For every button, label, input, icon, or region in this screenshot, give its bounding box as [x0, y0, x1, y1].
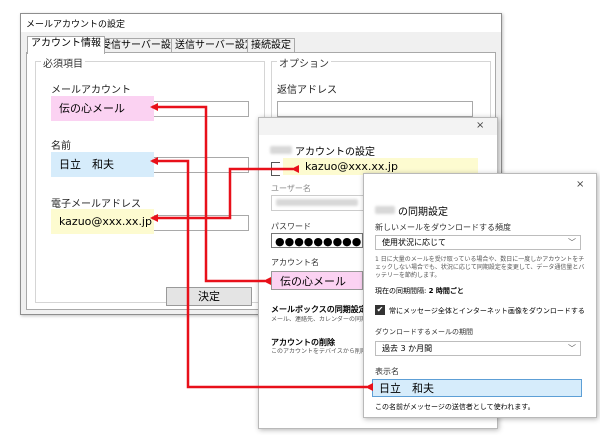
panel-titlebar: [259, 118, 497, 135]
delete-account-desc: このアカウントをデバイスから削除しま: [271, 348, 363, 355]
username-field[interactable]: [271, 195, 365, 211]
display-name-label: 表示名: [375, 367, 399, 376]
window-titlebar: メールアカウントの設定: [21, 14, 501, 32]
current-interval-value: 2 時間ごと: [428, 287, 464, 295]
email-label: 電子メールアドレス: [51, 199, 141, 210]
checkmark-icon[interactable]: ✔: [375, 305, 385, 315]
account-name-field[interactable]: 伝の心メール: [271, 271, 363, 290]
download-frequency-dropdown[interactable]: 使用状況に応じて ﹀: [375, 235, 581, 250]
reply-address-label: 返信アドレス: [277, 85, 337, 96]
sync-settings-heading[interactable]: メールボックスの同期設定を変: [271, 304, 363, 315]
download-period-dropdown[interactable]: 過去 3 か月間 ﹀: [375, 341, 581, 356]
download-period-label: ダウンロードするメールの期間: [375, 328, 473, 336]
name-label: 名前: [51, 141, 71, 152]
ok-button[interactable]: 決定: [166, 287, 252, 306]
reply-address-field[interactable]: [277, 101, 473, 117]
mail-account-highlight: 伝の心メール: [51, 96, 154, 121]
tab-account-info[interactable]: アカウント情報: [27, 36, 105, 54]
option-group-label: オプション: [277, 55, 331, 70]
download-frequency-label: 新しいメールをダウンロードする頻度: [375, 223, 511, 232]
blurred-account-name: [270, 146, 292, 154]
download-period-value: 過去 3 か月間: [382, 344, 433, 353]
download-full-message-label: 常にメッセージ全体とインターネット画像をダウンロードする: [389, 307, 585, 315]
display-name-footer: この名前がメッセージの送信者として使われます。: [375, 403, 535, 411]
password-label: パスワード: [271, 222, 311, 231]
close-icon[interactable]: ×: [476, 120, 484, 131]
sync-info-text: 1 日に大量のメールを受け取っている場合や、数日に一度しかアカウントをチェックし…: [375, 256, 585, 279]
chevron-down-icon: ﹀: [568, 238, 576, 247]
display-name-field[interactable]: 日立 和夫: [372, 379, 582, 397]
password-field[interactable]: ●●●●●●●●●●: [271, 233, 363, 248]
current-interval: 現在の同期間隔: 2 時間ごと: [375, 286, 464, 296]
account-name-label: アカウント名: [271, 258, 319, 267]
email-highlight: kazuo@xxx.xx.jp: [51, 209, 154, 234]
sync-settings-desc: メール、連絡先、カレンダーの同期に関: [271, 316, 363, 323]
panel-title: の同期設定: [398, 207, 448, 218]
mail-account-label: メールアカウント: [51, 85, 131, 96]
window-title: メールアカウントの設定: [26, 20, 126, 30]
tab-connection[interactable]: 接続設定: [247, 38, 295, 53]
panel-title: アカウントの設定: [295, 147, 375, 158]
delete-account-heading[interactable]: アカウントの削除: [271, 337, 335, 348]
blurred-username: [276, 199, 358, 206]
username-label: ユーザー名: [271, 184, 311, 193]
tab-outgoing-server[interactable]: 送信サーバー設定: [171, 38, 259, 53]
sync-settings-panel: × の同期設定 新しいメールをダウンロードする頻度 使用状況に応じて ﹀ 1 日…: [363, 173, 597, 418]
name-highlight: 日立 和夫: [51, 152, 154, 177]
required-group-label: 必須項目: [41, 55, 85, 70]
checkbox-fragment: [271, 162, 280, 176]
close-icon[interactable]: ×: [576, 179, 584, 190]
chevron-down-icon: ﹀: [568, 344, 576, 353]
blurred-account-name: [375, 206, 395, 214]
download-frequency-value: 使用状況に応じて: [382, 238, 446, 247]
current-interval-label: 現在の同期間隔:: [375, 287, 429, 295]
